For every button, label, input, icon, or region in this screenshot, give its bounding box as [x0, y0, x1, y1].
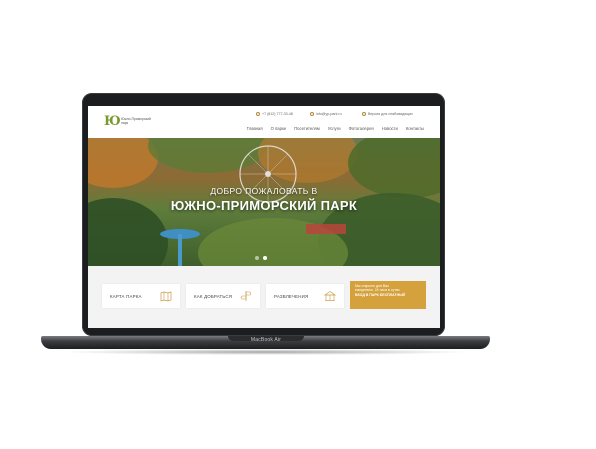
phone-icon [256, 112, 260, 117]
card-park-map[interactable]: КАРТА ПАРКА [102, 284, 180, 308]
phone-text: +7 (812) 777-33-48 [262, 112, 293, 116]
roof-shape [306, 224, 346, 234]
nav-item-home[interactable]: Главная [247, 126, 263, 131]
ferris-wheel-graphic [239, 145, 297, 203]
promo-line3: ВХОД В ПАРК БЕСПЛАТНЫЙ [355, 292, 406, 297]
email-text: info@yp-park.ru [316, 112, 342, 116]
accessibility-link[interactable]: Версия для слабовидящих [362, 112, 413, 117]
nav-item-gallery[interactable]: Фотогалерея [349, 126, 374, 131]
promo-line2: ежедневно, 24 часа в сутки [355, 288, 400, 293]
map-icon [160, 291, 172, 302]
laptop-screen: Ю Южно-Приморский парк +7 (812) 777-33-4… [88, 106, 440, 328]
logo-text: Южно-Приморский парк [121, 117, 151, 125]
logo-mark: Ю [104, 114, 121, 129]
mail-icon [310, 112, 314, 117]
laptop-shadow [60, 349, 472, 355]
promo-banner[interactable]: Мы открыты для Вас ежедневно, 24 часа в … [350, 281, 426, 309]
site-header: Ю Южно-Приморский парк +7 (812) 777-33-4… [88, 106, 440, 138]
card-entertainment[interactable]: РАЗВЛЕЧЕНИЯ [266, 284, 344, 308]
phone-link[interactable]: +7 (812) 777-33-48 [256, 112, 293, 117]
carousel-icon [324, 291, 336, 301]
hero-title-line1: ДОБРО ПОЖАЛОВАТЬ В [210, 186, 318, 196]
eye-icon [362, 112, 366, 117]
slider-dots [255, 256, 267, 260]
main-nav: Главная О парке Посетителям Услуги Фотог… [247, 126, 424, 131]
slider-dot[interactable] [255, 256, 259, 260]
nav-item-news[interactable]: Новости [382, 126, 398, 131]
quick-links: КАРТА ПАРКА КАК ДОБРАТЬСЯ РАЗВЛЕЧЕНИЯ Мы… [88, 266, 440, 328]
nav-item-contacts[interactable]: Контакты [406, 126, 424, 131]
promo-line1: Мы открыты для Вас [355, 284, 389, 288]
card-label: КАРТА ПАРКА [110, 293, 142, 299]
nav-item-visitors[interactable]: Посетителям [294, 126, 320, 131]
card-label: РАЗВЛЕЧЕНИЯ [274, 293, 309, 299]
nav-item-services[interactable]: Услуги [328, 126, 341, 131]
card-label: КАК ДОБРАТЬСЯ [194, 293, 233, 299]
card-directions[interactable]: КАК ДОБРАТЬСЯ [186, 284, 260, 308]
directions-icon [240, 291, 252, 301]
slider-dot-active[interactable] [263, 256, 267, 260]
device-label: MacBook Air [250, 337, 282, 343]
email-link[interactable]: info@yp-park.ru [310, 112, 342, 117]
hero-slider: ДОБРО ПОЖАЛОВАТЬ В ЮЖНО-ПРИМОРСКИЙ ПАРК [88, 138, 440, 266]
hero-title-line2: ЮЖНО-ПРИМОРСКИЙ ПАРК [170, 198, 358, 213]
accessibility-text: Версия для слабовидящих [368, 112, 413, 116]
carousel-graphic [160, 229, 200, 266]
nav-item-about[interactable]: О парке [271, 126, 287, 131]
